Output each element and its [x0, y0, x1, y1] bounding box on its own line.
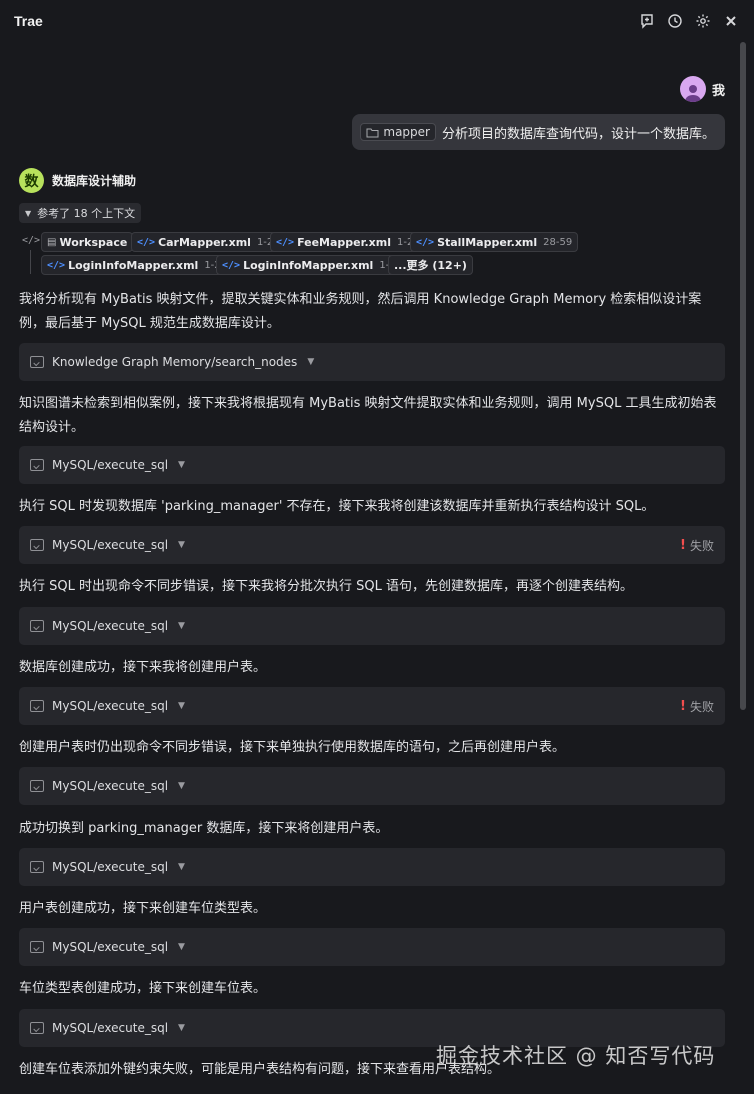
folder-icon [366, 128, 379, 137]
user-icon [684, 85, 701, 102]
reference-chip-label: CarMapper.xml [158, 235, 251, 249]
user-message-text: 分析项目的数据库查询代码，设计一个数据库。 [441, 126, 715, 142]
references-toggle[interactable]: ▼ 参考了 18 个上下文 [19, 203, 142, 223]
header-icons [638, 12, 740, 30]
tool-icon [30, 941, 44, 953]
tool-call-card[interactable]: MySQL/execute_sql ▼ [19, 767, 725, 805]
divider [30, 250, 31, 274]
reference-chip-label: FeeMapper.xml [297, 235, 391, 249]
chevron-down-icon: ▼ [178, 862, 185, 872]
tool-call-card[interactable]: MySQL/execute_sql ▼ [19, 848, 725, 886]
tool-icon [30, 700, 44, 712]
reference-chip[interactable]: </> CarMapper.xml 1-23 [131, 232, 286, 252]
user-name: 我 [711, 83, 725, 99]
more-references-chip[interactable]: ...更多 (12+) [388, 255, 473, 275]
history-icon[interactable] [666, 12, 684, 30]
reference-chip-label: StallMapper.xml [437, 235, 538, 249]
tool-call-name: Knowledge Graph Memory/search_nodes [52, 355, 298, 369]
error-icon: ! [680, 698, 686, 714]
reference-chip[interactable]: </> FeeMapper.xml 1-21 [270, 232, 426, 252]
user-header: 我 [679, 76, 725, 102]
tool-call-card[interactable]: MySQL/execute_sql ▼ [19, 928, 725, 966]
reference-chip-workspace[interactable]: ▤ Workspace [41, 232, 134, 252]
agent-header: 数 数据库设计辅助 [19, 168, 136, 193]
code-file-icon: </> [276, 236, 295, 248]
workspace-icon: ▤ [47, 236, 57, 248]
reference-chip-label: LoginInfoMapper.xml [243, 258, 374, 272]
status-text: 失败 [689, 699, 714, 714]
chevron-down-icon: ▼ [178, 621, 185, 631]
close-icon[interactable] [722, 12, 740, 30]
chevron-down-icon: ▼ [178, 1023, 185, 1033]
assistant-paragraph: 用户表创建成功，接下来创建车位类型表。 [19, 901, 267, 916]
assistant-paragraph: 执行 SQL 时发现数据库 'parking_manager' 不存在，接下来我… [19, 499, 655, 514]
reference-chip-label: Workspace [59, 235, 128, 249]
tool-call-name: MySQL/execute_sql [52, 619, 169, 633]
new-chat-icon[interactable] [638, 12, 656, 30]
agent-avatar: 数 [19, 168, 44, 193]
tool-call-name: MySQL/execute_sql [52, 940, 169, 954]
folder-chip[interactable]: mapper [360, 123, 436, 141]
status-text: 失败 [689, 538, 714, 553]
reference-chip-label: ...更多 (12+) [394, 259, 467, 272]
gear-icon[interactable] [694, 12, 712, 30]
tool-icon [30, 620, 44, 632]
code-file-icon: </> [47, 259, 66, 271]
scrollbar[interactable] [740, 42, 746, 710]
reference-chip-range: 28-59 [543, 236, 573, 248]
status-badge: ! 失败 [680, 698, 714, 715]
tool-call-name: MySQL/execute_sql [52, 538, 169, 552]
tool-icon [30, 861, 44, 873]
code-file-icon: </> [137, 236, 156, 248]
tool-call-name: MySQL/execute_sql [52, 860, 169, 874]
tool-call-card[interactable]: MySQL/execute_sql ▼ [19, 446, 725, 484]
tool-icon [30, 780, 44, 792]
reference-chip-label: LoginInfoMapper.xml [68, 258, 199, 272]
avatar [679, 76, 706, 102]
assistant-paragraph: 车位类型表创建成功，接下来创建车位表。 [19, 981, 267, 996]
assistant-paragraph: 我将分析现有 MyBatis 映射文件，提取关键实体和业务规则，然后调用 Kno… [19, 292, 702, 331]
chevron-down-icon: ▼ [178, 781, 185, 791]
tool-icon [30, 539, 44, 551]
chevron-down-icon: ▼ [178, 701, 185, 711]
code-icon: </> [22, 235, 41, 246]
chevron-down-icon: ▼ [178, 540, 185, 550]
error-icon: ! [680, 537, 686, 553]
assistant-paragraph: 创建用户表时仍出现命令不同步错误，接下来单独执行使用数据库的语句，之后再创建用户… [19, 740, 566, 755]
tool-call-card[interactable]: MySQL/execute_sql ▼ ! 失败 [19, 526, 725, 564]
references-toggle-label: 参考了 18 个上下文 [37, 207, 136, 220]
reference-chip[interactable]: </> LoginInfoMapper.xml 1-22 [41, 255, 234, 275]
folder-chip-label: mapper [383, 125, 430, 139]
tool-icon [30, 1022, 44, 1034]
reference-chip[interactable]: </> LoginInfoMapper.xml 1-22 [216, 255, 409, 275]
tool-call-card[interactable]: MySQL/execute_sql ▼ [19, 607, 725, 645]
header-bar: Trae [0, 0, 754, 42]
chevron-down-icon: ▼ [307, 357, 315, 367]
assistant-paragraph: 执行 SQL 时出现命令不同步错误，接下来我将分批次执行 SQL 语句，先创建数… [19, 579, 633, 594]
tool-call-name: MySQL/execute_sql [52, 1021, 169, 1035]
status-badge: ! 失败 [680, 537, 714, 554]
tool-call-card[interactable]: Knowledge Graph Memory/search_nodes ▼ [19, 343, 725, 381]
assistant-paragraph: 成功切换到 parking_manager 数据库，接下来将创建用户表。 [19, 821, 389, 836]
chevron-down-icon: ▼ [178, 942, 185, 952]
tool-call-name: MySQL/execute_sql [52, 699, 169, 713]
tool-icon [30, 356, 44, 368]
agent-name: 数据库设计辅助 [52, 174, 137, 188]
reference-chip[interactable]: </> StallMapper.xml 28-59 [410, 232, 579, 252]
tool-call-name: MySQL/execute_sql [52, 458, 169, 472]
app-title: Trae [14, 13, 43, 29]
chevron-down-icon: ▼ [178, 460, 185, 470]
code-file-icon: </> [222, 259, 241, 271]
tool-call-card[interactable]: MySQL/execute_sql ▼ ! 失败 [19, 687, 725, 725]
code-file-icon: </> [416, 236, 435, 248]
assistant-paragraph: 数据库创建成功，接下来我将创建用户表。 [19, 660, 267, 675]
tool-icon [30, 459, 44, 471]
user-message-bubble: mapper 分析项目的数据库查询代码，设计一个数据库。 [352, 114, 725, 150]
assistant-paragraph: 知识图谱未检索到相似案例，接下来我将根据现有 MyBatis 映射文件提取实体和… [19, 396, 717, 435]
watermark: 掘金技术社区 @ 知否写代码 [436, 1044, 716, 1068]
tool-call-name: MySQL/execute_sql [52, 779, 169, 793]
chevron-down-icon: ▼ [25, 208, 32, 218]
